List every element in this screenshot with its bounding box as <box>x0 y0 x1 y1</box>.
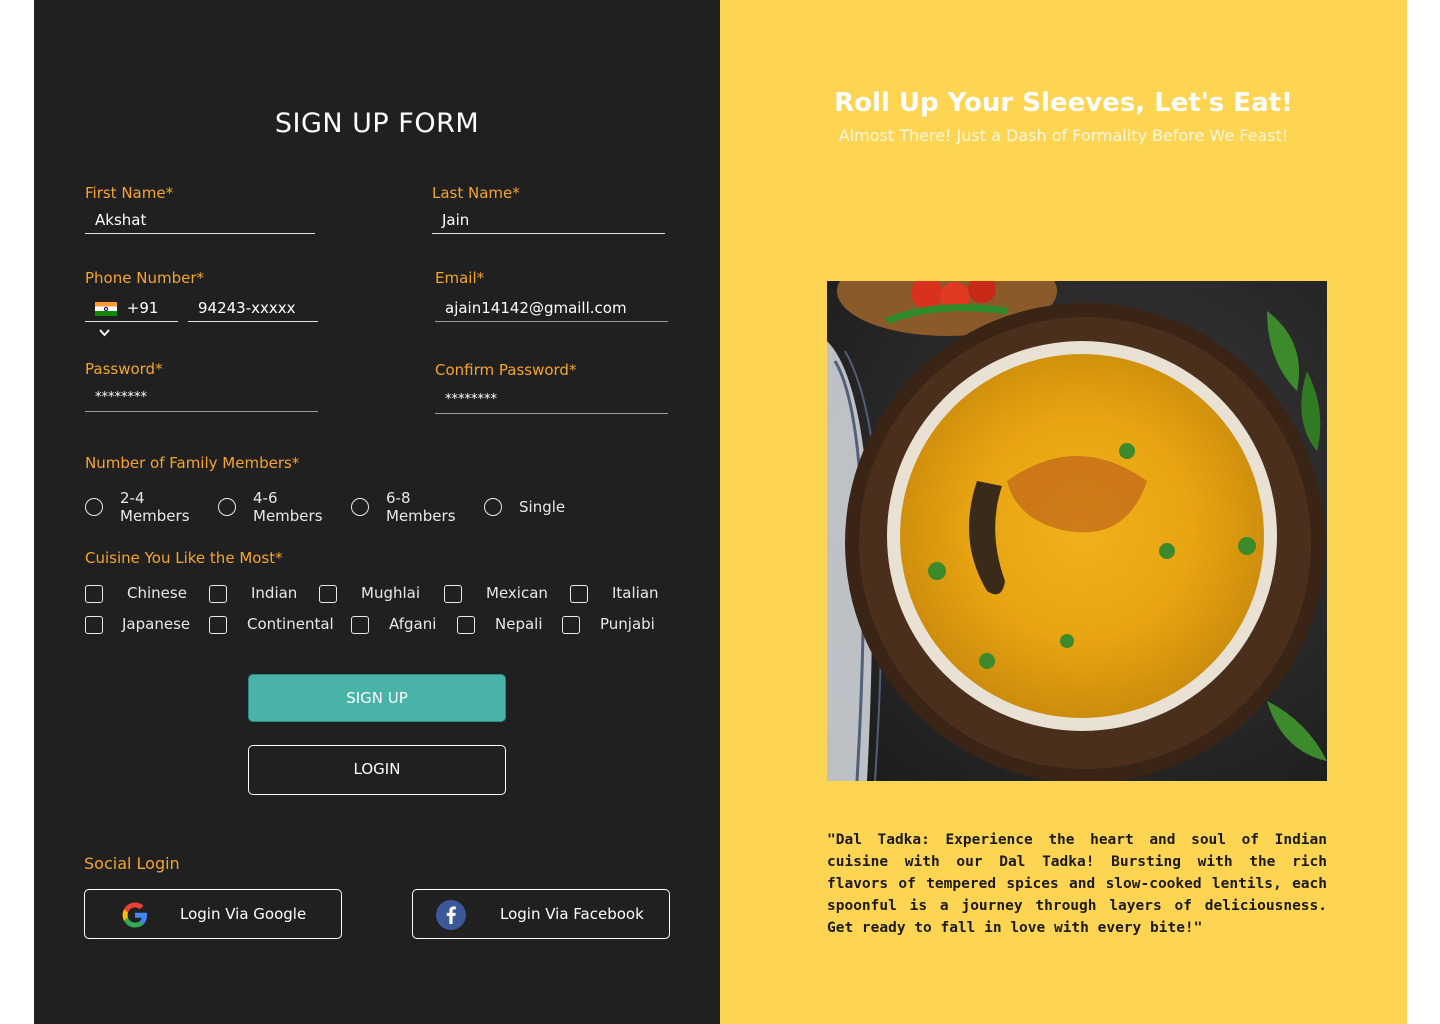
country-code-value: +91 <box>126 299 159 317</box>
checkbox-continental[interactable] <box>209 616 227 634</box>
checkbox-label: Japanese <box>122 615 191 633</box>
login-button[interactable]: LOGIN <box>248 745 506 795</box>
facebook-login-label: Login Via Facebook <box>500 905 644 923</box>
password-label: Password* <box>85 360 163 378</box>
hero-subtitle: Almost There! Just a Dash of Formality B… <box>838 126 1289 145</box>
social-login-label: Social Login <box>84 854 180 873</box>
dal-tadka-image <box>827 281 1327 781</box>
checkbox-indian[interactable] <box>209 585 227 603</box>
radio-label: 6-8 Members <box>386 489 456 525</box>
google-icon <box>122 902 147 928</box>
checkbox-italian[interactable] <box>570 585 588 603</box>
chevron-down-icon <box>99 328 110 336</box>
email-label: Email* <box>435 269 485 287</box>
checkbox-label: Italian <box>612 584 659 602</box>
radio-label: 4-6 Members <box>253 489 323 525</box>
dal-tadka-quote: "Dal Tadka: Experience the heart and sou… <box>827 832 1327 936</box>
cuisine-label: Cuisine You Like the Most* <box>85 549 283 567</box>
checkbox-punjabi[interactable] <box>562 616 580 634</box>
checkbox-label: Mexican <box>486 584 548 602</box>
radio-4-6-members[interactable] <box>218 498 236 516</box>
radio-6-8-members[interactable] <box>351 498 369 516</box>
radio-label: Single <box>519 498 566 516</box>
last-name-label: Last Name* <box>432 184 520 202</box>
email-input[interactable]: ajain14142@gmaill.com <box>435 296 668 322</box>
signup-panel: SIGN UP FORM First Name* Akshat Last Nam… <box>34 0 720 1024</box>
checkbox-chinese[interactable] <box>85 585 103 603</box>
radio-single[interactable] <box>484 498 502 516</box>
confirm-password-input[interactable]: ******** <box>435 388 668 414</box>
hero-panel: Roll Up Your Sleeves, Let's Eat! Almost … <box>720 0 1407 1024</box>
checkbox-label: Continental <box>247 615 334 633</box>
checkbox-label: Chinese <box>127 584 187 602</box>
dal-tadka-bowl-illustration <box>827 281 1327 781</box>
first-name-label: First Name* <box>85 184 174 202</box>
confirm-password-label: Confirm Password* <box>435 361 577 379</box>
checkbox-label: Nepali <box>495 615 543 633</box>
checkbox-mughlai[interactable] <box>319 585 337 603</box>
facebook-icon <box>436 900 466 930</box>
phone-label: Phone Number* <box>85 269 204 287</box>
radio-2-4-members[interactable] <box>85 498 103 516</box>
country-code-select[interactable]: +91 <box>85 296 178 336</box>
checkbox-label: Afgani <box>389 615 437 633</box>
hero-title: Roll Up Your Sleeves, Let's Eat! <box>834 88 1293 118</box>
first-name-input[interactable]: Akshat <box>85 208 315 234</box>
signup-button[interactable]: SIGN UP <box>248 674 506 722</box>
last-name-input[interactable]: Jain <box>432 208 665 234</box>
checkbox-nepali[interactable] <box>457 616 475 634</box>
family-members-radio-group: 2-4 Members 4-6 Members 6-8 Members Sing… <box>85 489 565 525</box>
google-login-button[interactable]: Login Via Google <box>84 889 342 939</box>
checkbox-label: Indian <box>251 584 298 602</box>
facebook-login-button[interactable]: Login Via Facebook <box>412 889 670 939</box>
checkbox-afgani[interactable] <box>351 616 369 634</box>
checkbox-label: Mughlai <box>361 584 421 602</box>
form-title: SIGN UP FORM <box>274 108 480 139</box>
family-members-label: Number of Family Members* <box>85 454 300 472</box>
checkbox-mexican[interactable] <box>444 585 462 603</box>
checkbox-japanese[interactable] <box>85 616 103 634</box>
phone-input[interactable]: 94243-xxxxx <box>188 296 318 322</box>
radio-label: 2-4 Members <box>120 489 190 525</box>
checkbox-label: Punjabi <box>600 615 655 633</box>
password-input[interactable]: ******** <box>85 386 318 412</box>
google-login-label: Login Via Google <box>180 905 307 923</box>
india-flag-icon <box>95 301 117 316</box>
